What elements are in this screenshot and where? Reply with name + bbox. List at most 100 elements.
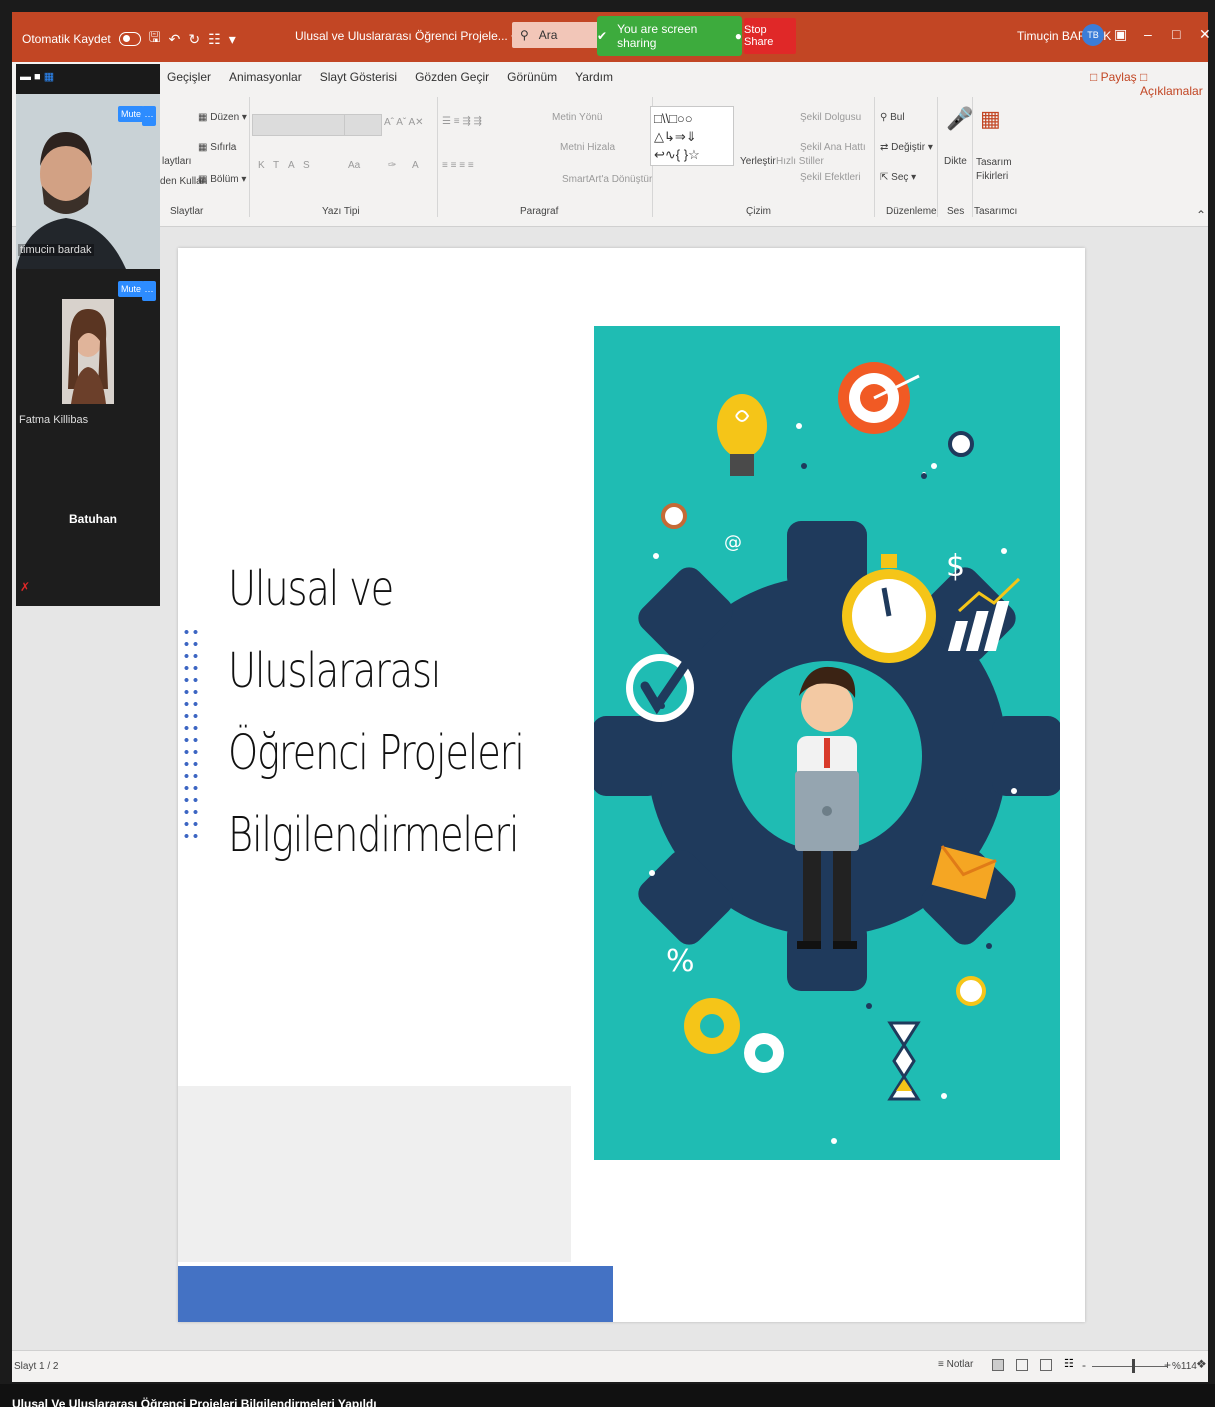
dictate-button[interactable]: Dikte: [944, 156, 967, 167]
share-button[interactable]: □ Paylaş: [1090, 70, 1137, 84]
divider: [249, 97, 250, 217]
customize-toolbar-icon[interactable]: ▾: [229, 31, 236, 48]
underline-button[interactable]: A: [288, 160, 295, 171]
designer-icon[interactable]: ▦: [980, 106, 1001, 132]
italic-button[interactable]: T: [273, 160, 279, 171]
shadow-button[interactable]: S: [303, 160, 310, 171]
gray-decor-block: [178, 1086, 571, 1262]
zoom-slider[interactable]: [1092, 1366, 1167, 1367]
collapse-ribbon-icon[interactable]: ⌃: [1196, 208, 1206, 222]
ribbon-display-icon[interactable]: ▣: [1114, 26, 1127, 43]
stop-share-button[interactable]: Stop Share: [744, 18, 796, 54]
bullets-icon[interactable]: ☰ ≡ ⇶ ⇶: [442, 116, 482, 127]
undo-icon[interactable]: ↶: [169, 31, 181, 48]
mute-button[interactable]: Mute: [118, 281, 145, 297]
font-size-select[interactable]: [344, 114, 382, 136]
find-button[interactable]: ⚲ Bul: [880, 112, 905, 123]
fit-to-window-icon[interactable]: ❖: [1196, 1357, 1207, 1371]
shape-fill-button[interactable]: Şekil Dolgusu: [800, 112, 861, 123]
zoom-slider-thumb[interactable]: [1132, 1359, 1136, 1373]
layout-label: Düzen: [210, 112, 240, 123]
window-controls[interactable]: ▬ ■ ▦: [20, 70, 54, 83]
font-color-icon[interactable]: A: [412, 160, 419, 171]
save-icon[interactable]: 🖫: [149, 27, 161, 51]
screen-sharing-status: You are screen sharing: [617, 22, 698, 50]
tab-help[interactable]: Yardım: [575, 70, 613, 84]
tab-slideshow[interactable]: Slayt Gösterisi: [320, 70, 397, 84]
arrows-icon: △↳⇒⇓: [654, 129, 697, 144]
quick-styles-button[interactable]: Hızlı Stiller: [776, 156, 824, 167]
participant-video[interactable]: timucin bardak Mute ⋯: [16, 94, 160, 269]
productivity-illustration[interactable]: $ % @: [594, 326, 1060, 1160]
slide-title[interactable]: Ulusal ve Uluslararası Öğrenci Projeleri…: [228, 548, 525, 876]
tab-review[interactable]: Gözden Geçir: [415, 70, 489, 84]
microphone-icon[interactable]: 🎤: [946, 106, 973, 132]
search-placeholder: Ara: [538, 28, 558, 42]
reset-button[interactable]: ▦ Sıfırla: [198, 142, 236, 153]
editing-group-label: Düzenleme: [886, 206, 937, 217]
pin-icon[interactable]: ●: [735, 29, 742, 43]
reuse-slides-label-1[interactable]: laytları: [162, 156, 191, 167]
text-direction-button[interactable]: Metin Yönü: [552, 112, 602, 123]
search-icon: ⚲: [520, 28, 529, 42]
divider: [874, 97, 875, 217]
replace-button[interactable]: ⇄ Değiştir ▾: [880, 142, 933, 153]
slide-sorter-icon[interactable]: [1016, 1359, 1028, 1371]
slide-canvas[interactable]: Ulusal ve Uluslararası Öğrenci Projeleri…: [178, 248, 1085, 1322]
zoom-in-icon[interactable]: +: [1164, 1358, 1171, 1372]
shapes-gallery[interactable]: □\\□○○ △↳⇒⇓ ↩∿{ }☆: [650, 106, 734, 166]
paragraph-group-label: Paragraf: [520, 206, 559, 217]
redo-icon[interactable]: ↻: [188, 31, 200, 48]
normal-view-icon[interactable]: [992, 1359, 1004, 1371]
section-button[interactable]: ▦ Bölüm ▾: [198, 174, 246, 185]
close-icon[interactable]: ✕: [1199, 26, 1211, 43]
comments-label: Açıklamalar: [1140, 84, 1203, 98]
notes-button[interactable]: ≡ Notlar: [938, 1359, 973, 1370]
select-button[interactable]: ⇱ Seç ▾: [880, 172, 916, 183]
more-options-icon[interactable]: ⋯: [142, 106, 156, 126]
comments-button[interactable]: □ Açıklamalar: [1140, 70, 1208, 98]
title-bar: Otomatik Kaydet 🖫 ↶ ↻ ☷ ▾ Ulusal ve Ulus…: [12, 12, 1211, 62]
tab-view[interactable]: Görünüm: [507, 70, 557, 84]
arrange-button[interactable]: Yerleştir: [740, 156, 776, 167]
slideshow-icon[interactable]: ☷: [1064, 1357, 1076, 1370]
minimize-icon[interactable]: –: [1144, 26, 1152, 42]
slide-counter: Slayt 1 / 2: [14, 1361, 59, 1372]
autosave-toggle[interactable]: [118, 32, 141, 46]
shape-effects-button[interactable]: Şekil Efektleri: [800, 172, 861, 183]
mute-button[interactable]: Mute: [118, 106, 145, 122]
font-size-controls[interactable]: Aˆ Aˇ A✕: [384, 117, 424, 128]
more-options-icon[interactable]: ⋯: [142, 281, 156, 301]
blue-decor-bar: [178, 1266, 613, 1322]
zoom-participants-panel: ▬ ■ ▦ timucin bardak Mute ⋯ Fatma Killib…: [16, 64, 160, 606]
maximize-icon[interactable]: □: [1172, 26, 1180, 42]
bold-button[interactable]: K: [258, 160, 265, 171]
zoom-level[interactable]: %114: [1172, 1361, 1197, 1372]
tab-animations[interactable]: Animasyonlar: [229, 70, 302, 84]
change-case-button[interactable]: Aa: [348, 160, 360, 171]
zoom-out-icon[interactable]: -: [1082, 1358, 1086, 1372]
percent-icon: %: [666, 944, 695, 979]
align-text-button[interactable]: Metni Hizala: [560, 142, 615, 153]
align-icons[interactable]: ≡ ≡ ≡ ≡: [442, 160, 474, 171]
font-family-select[interactable]: [252, 114, 347, 136]
divider: [972, 97, 973, 217]
ribbon: Geçişler Animasyonlar Slayt Gösterisi Gö…: [12, 62, 1208, 227]
title-line: Bilgilendirmeleri: [228, 807, 520, 863]
clock-icon: [661, 503, 687, 529]
participant-video[interactable]: Batuhan ✗: [16, 434, 160, 606]
reset-label: Sıfırla: [210, 142, 237, 153]
document-title[interactable]: Ulusal ve Uluslararası Öğrenci Projele..…: [295, 29, 515, 43]
convert-smartart-button[interactable]: SmartArt'a Dönüştür: [562, 174, 652, 185]
highlight-icon[interactable]: ✑: [388, 160, 396, 171]
tab-transitions[interactable]: Geçişler: [167, 70, 211, 84]
layout-button[interactable]: ▦ Düzen ▾: [198, 112, 247, 123]
participant-video[interactable]: Fatma Killibas Mute ⋯: [16, 269, 160, 434]
avatar[interactable]: TB: [1082, 24, 1104, 46]
designer-group-label: Tasarımcı: [974, 206, 1018, 217]
section-label: Bölüm: [210, 174, 239, 185]
present-icon[interactable]: ☷: [208, 31, 221, 48]
reading-view-icon[interactable]: [1040, 1359, 1052, 1371]
shape-outline-button[interactable]: Şekil Ana Hattı: [800, 142, 866, 153]
design-ideas-button[interactable]: Tasarım Fikirleri: [976, 156, 1012, 184]
